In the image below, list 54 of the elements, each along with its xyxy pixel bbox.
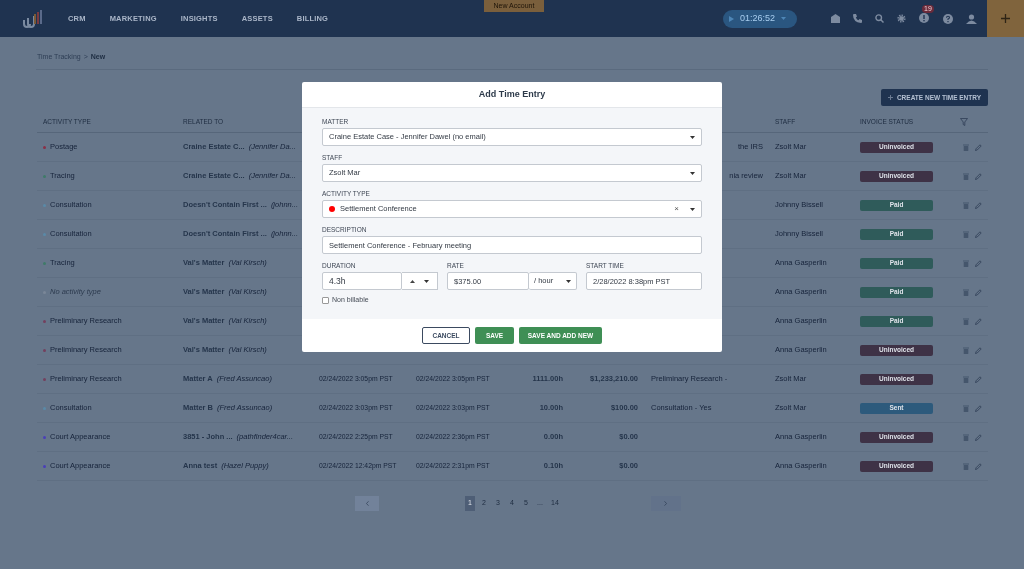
play-icon: [729, 15, 734, 22]
trash-icon[interactable]: [963, 259, 969, 267]
pencil-icon[interactable]: [975, 375, 982, 383]
duration-field[interactable]: 4.3h: [322, 272, 402, 290]
up-arrow-icon[interactable]: [410, 279, 415, 283]
trash-icon[interactable]: [963, 201, 969, 209]
next-page-button[interactable]: [650, 496, 681, 511]
pencil-icon[interactable]: [975, 288, 982, 296]
pencil-icon[interactable]: [975, 172, 982, 180]
pencil-icon[interactable]: [975, 317, 982, 325]
duration-stepper[interactable]: [402, 272, 438, 290]
settings-icon[interactable]: [897, 14, 906, 23]
trash-icon[interactable]: [963, 172, 969, 180]
pencil-icon[interactable]: [975, 433, 982, 441]
trash-icon[interactable]: [963, 317, 969, 325]
trash-icon[interactable]: [963, 346, 969, 354]
caret-icon: [690, 171, 695, 175]
caret-icon: [690, 207, 695, 211]
add-button[interactable]: [987, 0, 1024, 37]
plus-icon: [1001, 14, 1010, 23]
search-icon[interactable]: [875, 14, 884, 23]
pencil-icon[interactable]: [975, 201, 982, 209]
filter-icon[interactable]: [960, 118, 968, 126]
clear-button[interactable]: ×: [674, 203, 679, 215]
trash-icon[interactable]: [963, 375, 969, 383]
trash-icon[interactable]: [963, 288, 969, 296]
pencil-icon[interactable]: [975, 230, 982, 238]
caret-icon: [566, 279, 571, 283]
pencil-icon[interactable]: [975, 346, 982, 354]
trash-icon[interactable]: [963, 230, 969, 238]
user-icon[interactable]: [966, 13, 977, 24]
chevron-left-icon: [365, 501, 369, 506]
pencil-icon[interactable]: [975, 462, 982, 470]
previous-page-button[interactable]: [355, 496, 379, 511]
chevron-right-icon: [664, 501, 668, 506]
pencil-icon[interactable]: [975, 143, 982, 151]
trash-icon[interactable]: [963, 433, 969, 441]
caret-icon: [690, 135, 695, 139]
caret-icon: [424, 279, 429, 283]
plus-icon: [887, 95, 893, 100]
trash-icon[interactable]: [963, 143, 969, 151]
trash-icon[interactable]: [963, 404, 969, 412]
alert-icon[interactable]: [919, 13, 929, 23]
logo-icon[interactable]: [22, 9, 42, 28]
pencil-icon[interactable]: [975, 404, 982, 412]
non-billable-checkbox[interactable]: [322, 296, 329, 304]
trash-icon[interactable]: [963, 462, 969, 470]
phone-icon[interactable]: [853, 14, 862, 23]
building-icon[interactable]: [831, 14, 840, 23]
dialog-title: Add Time Entry: [478, 87, 546, 101]
pencil-icon[interactable]: [975, 259, 982, 267]
help-icon[interactable]: [943, 13, 953, 24]
timer-button[interactable]: 01:26:52: [723, 9, 797, 28]
caret-icon: [781, 17, 787, 20]
